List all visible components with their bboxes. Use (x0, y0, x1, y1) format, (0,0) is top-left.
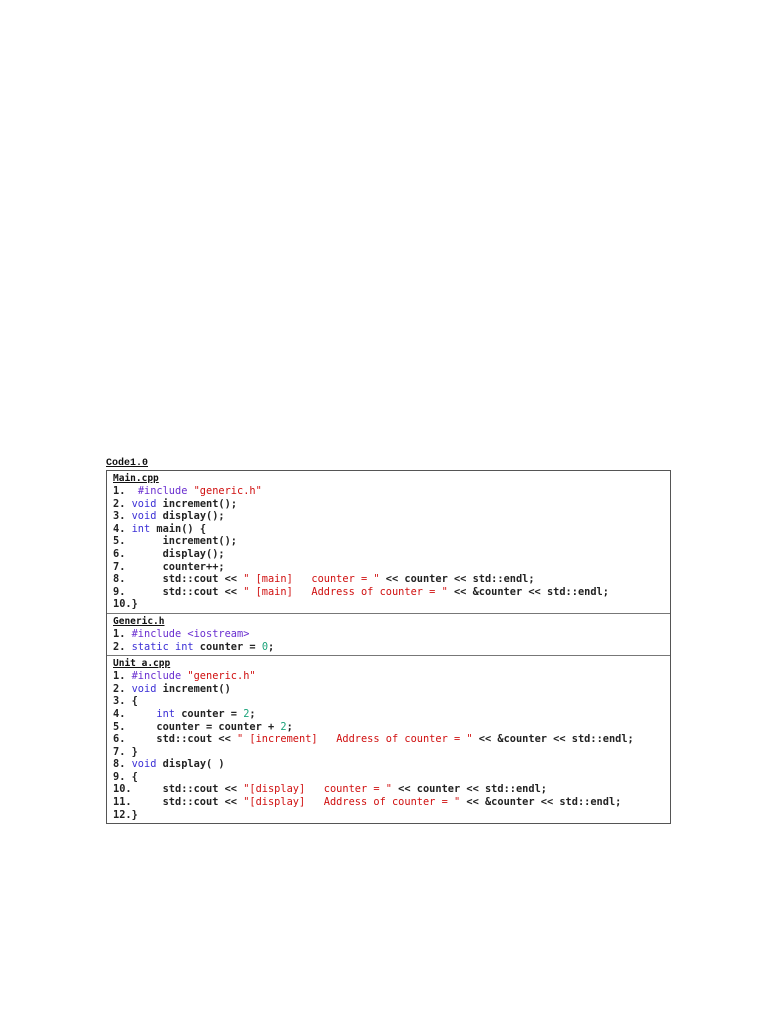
file-name-heading: Main.cpp (113, 473, 159, 484)
code-line: 7. } (113, 746, 670, 759)
code-token: main() { (150, 522, 207, 535)
code-token: 5. increment(); (113, 535, 237, 548)
code-line: 10. std::cout << "[display] counter = " … (113, 783, 670, 796)
code-token: << &counter << std::endl; (472, 733, 634, 746)
code-line: 2. void increment(); (113, 498, 670, 511)
code-token: counter = (193, 640, 262, 653)
code-section: Generic.h 1. #include <iostream> 2. static… (107, 612, 670, 655)
code-token: #include (137, 485, 194, 497)
code-line: 6. std::cout << " [increment] Address of… (113, 733, 670, 746)
code-token: ; (249, 707, 256, 720)
code-token: 9. { (113, 770, 138, 783)
code-listing-table: Main.cpp 1. #include "generic.h" 2. void i… (106, 470, 671, 825)
code-token: 2. (113, 682, 132, 695)
code-token: void (131, 510, 157, 523)
code-token: 3. (113, 510, 132, 523)
code-token: << &counter << std::endl; (460, 796, 622, 809)
code-token: 8. std::cout << (113, 573, 244, 586)
code-token: 10.} (113, 598, 138, 611)
code-line: 8. void display( ) (113, 758, 670, 771)
code-token: << &counter << std::endl; (447, 585, 609, 598)
code-token: display(); (156, 510, 225, 523)
code-line: 10.} (113, 598, 670, 611)
code-token: 2. (113, 640, 132, 653)
code-token: void (131, 682, 157, 695)
code-line: 9. std::cout << " [main] Address of coun… (113, 586, 670, 599)
code-token: 3. { (113, 695, 138, 708)
code-section: Main.cpp 1. #include "generic.h" 2. void i… (107, 471, 670, 613)
code-token: 7. counter++; (113, 560, 225, 573)
code-token: void (131, 758, 157, 771)
code-token: 1. (113, 627, 132, 640)
code-section: Unit a.cpp 1. #include "generic.h" 2. void… (107, 655, 670, 823)
code-token: display( ) (156, 758, 225, 771)
code-token: " [increment] Address of counter = " (237, 733, 473, 746)
code-token: << counter << std::endl; (391, 783, 547, 796)
file-name-heading: Unit a.cpp (113, 658, 171, 670)
code-token: #include <iostream> (131, 627, 250, 640)
code-token: " [main] counter = " (243, 573, 380, 586)
code-token: 7. } (113, 745, 138, 758)
code-token: 10. std::cout << (113, 783, 244, 796)
code-token: 4. (113, 522, 132, 535)
code-token: static int (131, 640, 194, 653)
code-line: 12.} (113, 809, 670, 822)
code-line: 3. void display(); (113, 510, 670, 523)
code-line: 5. counter = counter + 2; (113, 721, 670, 734)
code-token: 6. display(); (113, 547, 225, 560)
code-token: 2. (113, 497, 132, 510)
code-token: 12.} (113, 808, 138, 821)
code-line: 1. #include "generic.h" (113, 670, 670, 683)
code-line: 4. int counter = 2; (113, 708, 670, 721)
code-token: "[display] Address of counter = " (243, 796, 461, 809)
code-token: ; (268, 640, 275, 653)
code-token: "generic.h" (193, 485, 262, 497)
code-token: 4. (113, 707, 157, 720)
code-line: 2. void increment() (113, 683, 670, 696)
code-caption: Code1.0 (106, 458, 149, 469)
code-line: 7. counter++; (113, 561, 670, 574)
code-token: int (156, 707, 176, 720)
code-line: 8. std::cout << " [main] counter = " << … (113, 573, 670, 586)
code-line: 2. static int counter = 0; (113, 641, 670, 654)
code-token: void (131, 497, 157, 510)
code-token: #include (131, 670, 188, 683)
code-line: 5. increment(); (113, 535, 670, 548)
code-token: int (131, 522, 151, 535)
code-token: << counter << std::endl; (379, 573, 535, 586)
code-line: 1. #include <iostream> (113, 628, 670, 641)
code-line: 9. { (113, 771, 670, 784)
code-token: 8. (113, 758, 132, 771)
code-token: increment(); (156, 497, 238, 510)
code-token: 1. (113, 485, 138, 497)
code-line: 4. int main() { (113, 523, 670, 536)
code-token: 9. std::cout << (113, 585, 244, 598)
code-line: 3. { (113, 695, 670, 708)
code-line: 1. #include "generic.h" (113, 485, 670, 498)
code-line: 11. std::cout << "[display] Address of c… (113, 796, 670, 809)
code-token: " [main] Address of counter = " (243, 585, 448, 598)
code-token: "generic.h" (187, 670, 256, 683)
code-token: "[display] counter = " (243, 783, 392, 796)
code-token: 11. std::cout << (113, 796, 244, 809)
code-token: ; (286, 720, 293, 733)
code-token: 5. counter = counter + (113, 720, 281, 733)
file-name-heading: Generic.h (113, 615, 165, 627)
code-token: increment() (156, 682, 231, 695)
code-token: counter = (175, 707, 244, 720)
code-token: 1. (113, 670, 132, 683)
code-token: 6. std::cout << (113, 733, 237, 746)
code-line: 6. display(); (113, 548, 670, 561)
